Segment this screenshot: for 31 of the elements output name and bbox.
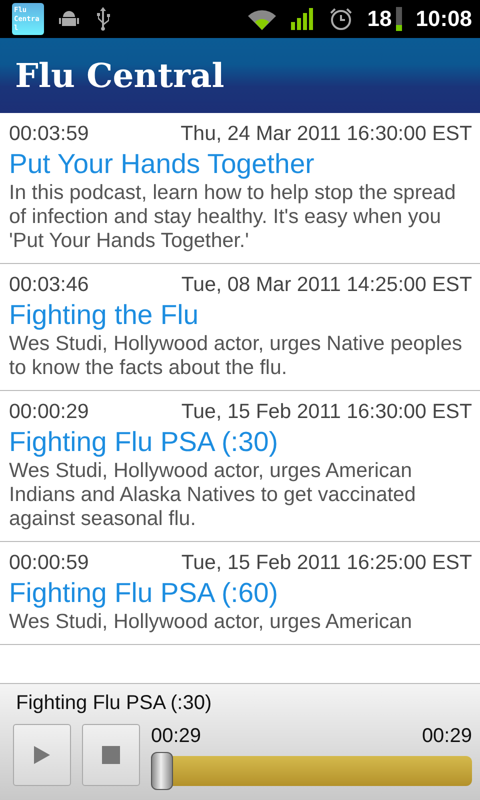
now-playing-title: Fighting Flu PSA (:30) [16,691,213,716]
episode-duration: 00:03:46 [9,272,89,298]
episode-date: Thu, 24 Mar 2011 16:30:00 EST [180,121,472,147]
episode-title[interactable]: Fighting Flu PSA (:30) [9,425,472,459]
stop-icon [102,746,120,764]
clock-time: 10:08 [416,6,472,32]
signal-icon [291,8,316,30]
episode-duration: 00:03:59 [9,121,89,147]
episode-title[interactable]: Fighting Flu PSA (:60) [9,576,472,610]
episode-duration: 00:00:59 [9,550,89,576]
battery-percent: 18 [367,6,392,32]
app-title: Flu Central [15,56,224,95]
episode-title[interactable]: Put Your Hands Together [9,147,472,181]
play-icon [34,746,50,764]
episode-description: Wes Studi, Hollywood actor, urges American [9,610,413,634]
battery-icon [396,7,402,31]
play-button[interactable] [13,724,71,786]
seek-slider[interactable] [151,752,472,790]
stop-button[interactable] [82,724,140,786]
elapsed-time: 00:29 [151,724,202,748]
episode-description: In this podcast, learn how to help stop the spread of infection and stay healthy. It's easy when you 'Put Your Hands Together.' [9,181,457,253]
episode-description: Wes Studi, Hollywood actor, urges Native peoples to know the facts about the flu. [9,332,464,380]
episode-date: Tue, 15 Feb 2011 16:30:00 EST [181,399,472,425]
episode-title[interactable]: Fighting the Flu [9,298,472,332]
usb-icon [94,6,112,32]
episode-date: Tue, 15 Feb 2011 16:25:00 EST [181,550,472,576]
episode-date: Tue, 08 Mar 2011 14:25:00 EST [181,272,472,298]
alarm-clock-icon [329,7,354,31]
episode-description: Wes Studi, Hollywood actor, urges American Indians and Alaska Natives to get vaccinated against seasonal flu. [9,459,417,531]
episode-duration: 00:00:29 [9,399,89,425]
total-time: 00:29 [422,724,472,748]
